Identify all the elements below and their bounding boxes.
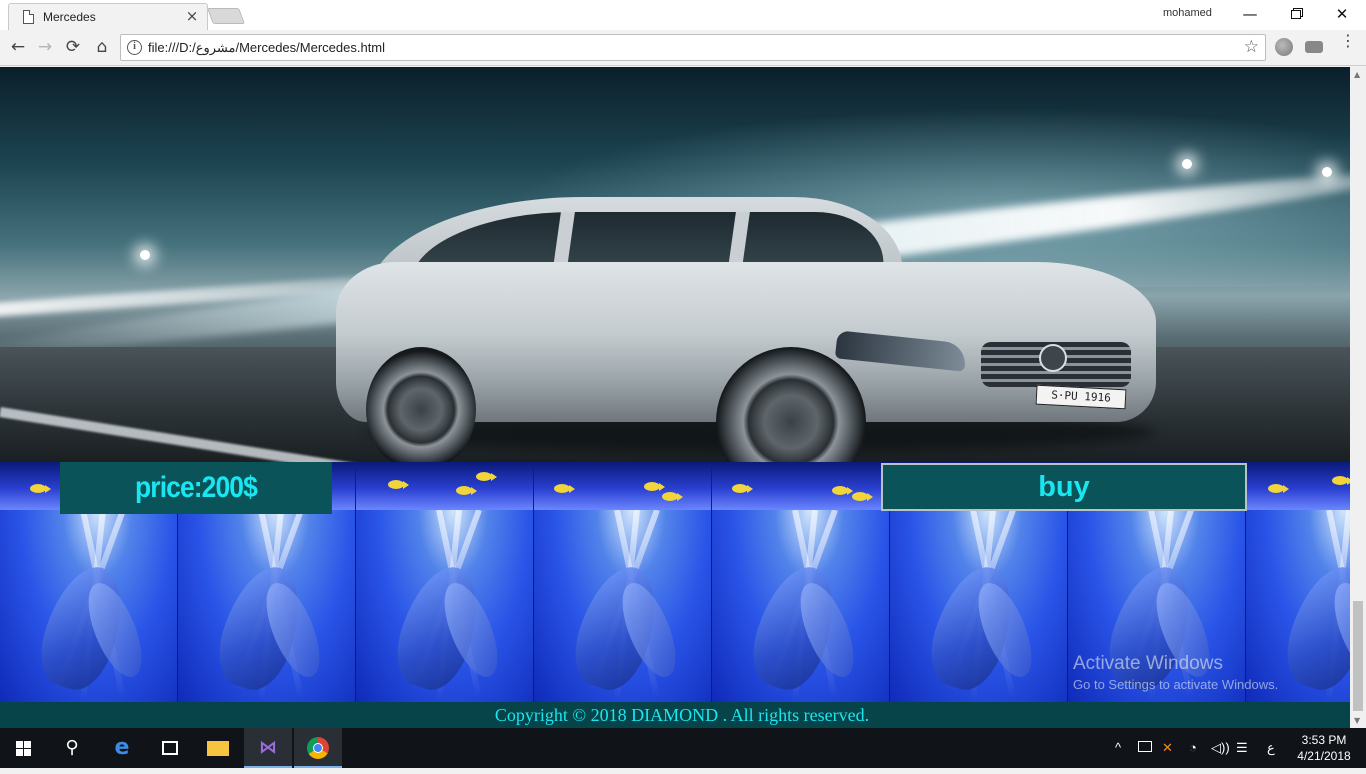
wifi-icon[interactable]: ◔ bbox=[1189, 728, 1197, 768]
tab-mercedes[interactable]: Mercedes × bbox=[8, 3, 208, 30]
url-text[interactable]: file:///D:/مشروع/Mercedes/Mercedes.html bbox=[148, 40, 385, 56]
clock[interactable]: 3:53 PM 4/21/2018 bbox=[1290, 732, 1358, 764]
menu-icon[interactable]: ⋮ bbox=[1340, 33, 1356, 49]
address-bar[interactable]: i file:///D:/مشروع/Mercedes/Mercedes.htm… bbox=[120, 34, 1266, 61]
clock-time: 3:53 PM bbox=[1301, 733, 1347, 747]
home-button[interactable]: ⌂ bbox=[90, 36, 114, 60]
scroll-up-icon[interactable]: ▲ bbox=[1354, 70, 1360, 79]
tab-title: Mercedes bbox=[43, 10, 96, 24]
bookmark-star-icon[interactable]: ☆ bbox=[1244, 37, 1259, 57]
show-hidden-icons-icon[interactable]: ^ bbox=[1115, 728, 1121, 768]
info-icon[interactable]: i bbox=[127, 40, 142, 55]
page-icon bbox=[23, 10, 34, 24]
price-label: price:200$ bbox=[60, 462, 332, 514]
search-icon[interactable]: ⚲ bbox=[48, 728, 96, 768]
file-explorer-icon[interactable] bbox=[194, 728, 242, 768]
back-button[interactable]: ← bbox=[6, 36, 30, 60]
car: S·PU 1916 bbox=[336, 197, 1166, 462]
windows-icon bbox=[16, 741, 32, 756]
scroll-down-icon[interactable]: ▼ bbox=[1354, 716, 1360, 725]
store-icon[interactable] bbox=[146, 728, 194, 768]
watermark-title: Activate Windows bbox=[1073, 653, 1223, 674]
extension-icon[interactable] bbox=[1275, 38, 1293, 56]
watermark-subtitle: Go to Settings to activate Windows. bbox=[1073, 677, 1279, 692]
volume-icon[interactable]: ◁)) bbox=[1211, 728, 1230, 768]
maximize-button[interactable] bbox=[1273, 0, 1319, 30]
copyright-text: Copyright © 2018 DIAMOND . All rights re… bbox=[494, 705, 870, 725]
scroll-thumb[interactable] bbox=[1353, 601, 1363, 711]
notifications-icon[interactable]: ☰ bbox=[1236, 728, 1248, 768]
input-language[interactable]: ع bbox=[1267, 728, 1275, 768]
hero-car-image: S·PU 1916 bbox=[0, 67, 1350, 462]
close-window-button[interactable]: ✕ bbox=[1319, 0, 1365, 30]
footer: Copyright © 2018 DIAMOND . All rights re… bbox=[0, 702, 1350, 728]
tray-app-icon[interactable] bbox=[1138, 728, 1152, 768]
vertical-scrollbar[interactable]: ▲ ▼ bbox=[1350, 67, 1366, 728]
new-tab-button[interactable] bbox=[207, 8, 245, 24]
firefox-tray-icon[interactable]: ✕ bbox=[1162, 728, 1173, 768]
reload-button[interactable]: ⟳ bbox=[61, 36, 85, 60]
taskbar: ⚲ e ⋈ ^ ✕ ◔ ◁)) ☰ ع 3:53 PM 4/21/2018 bbox=[0, 728, 1366, 768]
mercedes-star-icon bbox=[1039, 344, 1067, 372]
minimize-button[interactable]: — bbox=[1227, 0, 1273, 30]
chrome-icon[interactable] bbox=[294, 728, 342, 768]
extension-icon[interactable] bbox=[1305, 41, 1323, 53]
edge-icon[interactable]: e bbox=[98, 728, 146, 768]
tab-strip: Mercedes × mohamed — ✕ bbox=[0, 0, 1366, 30]
clock-date: 4/21/2018 bbox=[1297, 749, 1351, 763]
activate-windows-watermark: Activate Windows Go to Settings to activ… bbox=[1073, 653, 1278, 692]
restore-icon bbox=[1291, 10, 1301, 19]
start-button[interactable] bbox=[0, 728, 48, 768]
browser-toolbar: ← → ⟳ ⌂ i file:///D:/مشروع/Mercedes/Merc… bbox=[0, 30, 1366, 66]
forward-button[interactable]: → bbox=[33, 36, 57, 60]
visual-studio-icon[interactable]: ⋈ bbox=[244, 728, 292, 768]
profile-name[interactable]: mohamed bbox=[1163, 7, 1212, 19]
tab-close-icon[interactable]: × bbox=[183, 7, 201, 25]
page-viewport: S·PU 1916 price:200$ buy Copyright © 201… bbox=[0, 67, 1350, 728]
buy-button[interactable]: buy bbox=[881, 463, 1247, 511]
